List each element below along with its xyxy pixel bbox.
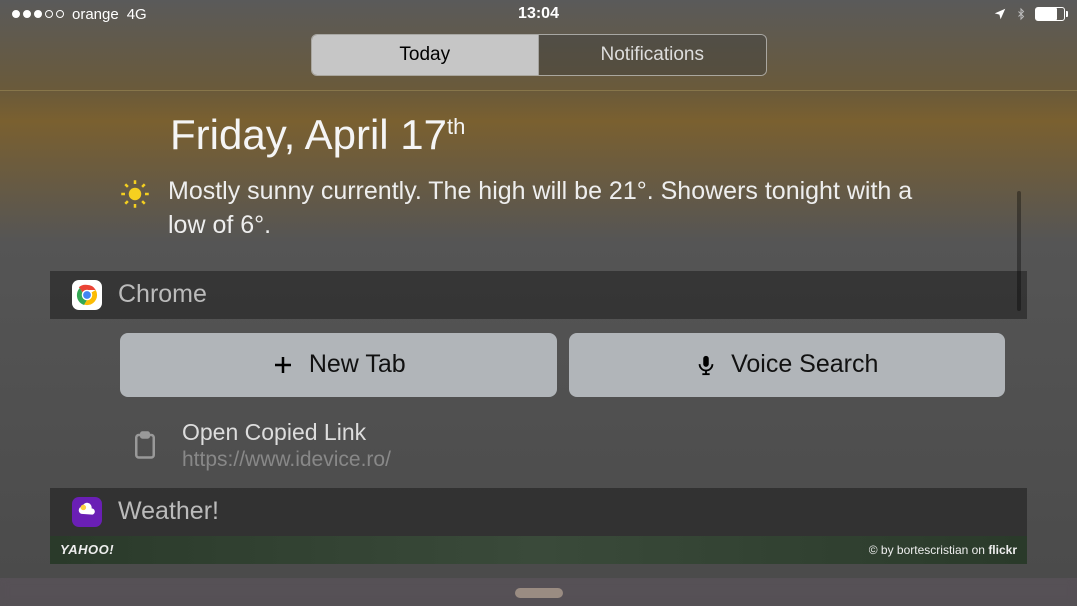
segmented-control: Today Notifications xyxy=(0,28,1077,90)
copied-link-url: https://www.idevice.ro/ xyxy=(182,448,391,472)
bluetooth-icon xyxy=(1015,6,1027,22)
plus-icon xyxy=(271,353,295,377)
voice-search-button[interactable]: Voice Search xyxy=(569,333,1006,397)
bottom-bar xyxy=(0,578,1077,606)
weather-widget-header: Weather! xyxy=(50,488,1027,536)
sun-icon xyxy=(120,179,150,209)
signal-strength-icon xyxy=(12,10,64,18)
chrome-buttons-row: New Tab Voice Search xyxy=(50,319,1027,411)
chrome-app-icon xyxy=(72,280,102,310)
chrome-widget-title: Chrome xyxy=(118,280,207,309)
photo-credit: © by bortescristian on flickr xyxy=(869,543,1017,557)
scroll-indicator[interactable] xyxy=(1017,191,1021,311)
status-right xyxy=(993,6,1065,22)
status-time: 13:04 xyxy=(518,5,559,23)
voice-search-label: Voice Search xyxy=(731,350,878,379)
yahoo-weather-app-icon xyxy=(72,497,102,527)
date-text: Friday, April 17th xyxy=(170,111,465,158)
tab-today[interactable]: Today xyxy=(312,35,539,75)
date-main: Friday, April 17 xyxy=(170,111,447,158)
tab-notifications[interactable]: Notifications xyxy=(538,35,766,75)
clipboard-icon xyxy=(130,427,160,463)
flickr-brand: flickr xyxy=(988,543,1017,557)
location-icon xyxy=(993,7,1007,21)
date-ordinal: th xyxy=(447,114,465,139)
copied-link-row[interactable]: Open Copied Link https://www.idevice.ro/ xyxy=(50,411,1027,488)
weather-widget-title: Weather! xyxy=(118,497,219,526)
network-label: 4G xyxy=(127,6,147,23)
status-left: orange 4G xyxy=(12,6,147,23)
chrome-widget-header: Chrome xyxy=(50,271,1027,319)
today-content: Friday, April 17th Mostly sunny currentl… xyxy=(0,91,1077,564)
grabber-handle[interactable] xyxy=(515,588,563,598)
weather-summary-row: Mostly sunny currently. The high will be… xyxy=(0,169,1077,271)
weather-summary-text: Mostly sunny currently. The high will be… xyxy=(168,175,948,243)
carrier-label: orange xyxy=(72,6,119,23)
new-tab-label: New Tab xyxy=(309,350,406,379)
credit-prefix: © by bortescristian on xyxy=(869,543,989,557)
microphone-icon xyxy=(695,352,717,378)
chrome-widget: Chrome New Tab Voice Search Open Copied … xyxy=(50,271,1027,488)
battery-icon xyxy=(1035,7,1065,21)
weather-image-strip: YAHOO! © by bortescristian on flickr xyxy=(50,536,1027,564)
status-bar: orange 4G 13:04 xyxy=(0,0,1077,28)
date-row: Friday, April 17th xyxy=(0,91,1077,169)
copied-link-title: Open Copied Link xyxy=(182,419,391,446)
new-tab-button[interactable]: New Tab xyxy=(120,333,557,397)
copied-link-text: Open Copied Link https://www.idevice.ro/ xyxy=(182,419,391,472)
yahoo-logo: YAHOO! xyxy=(60,542,114,557)
